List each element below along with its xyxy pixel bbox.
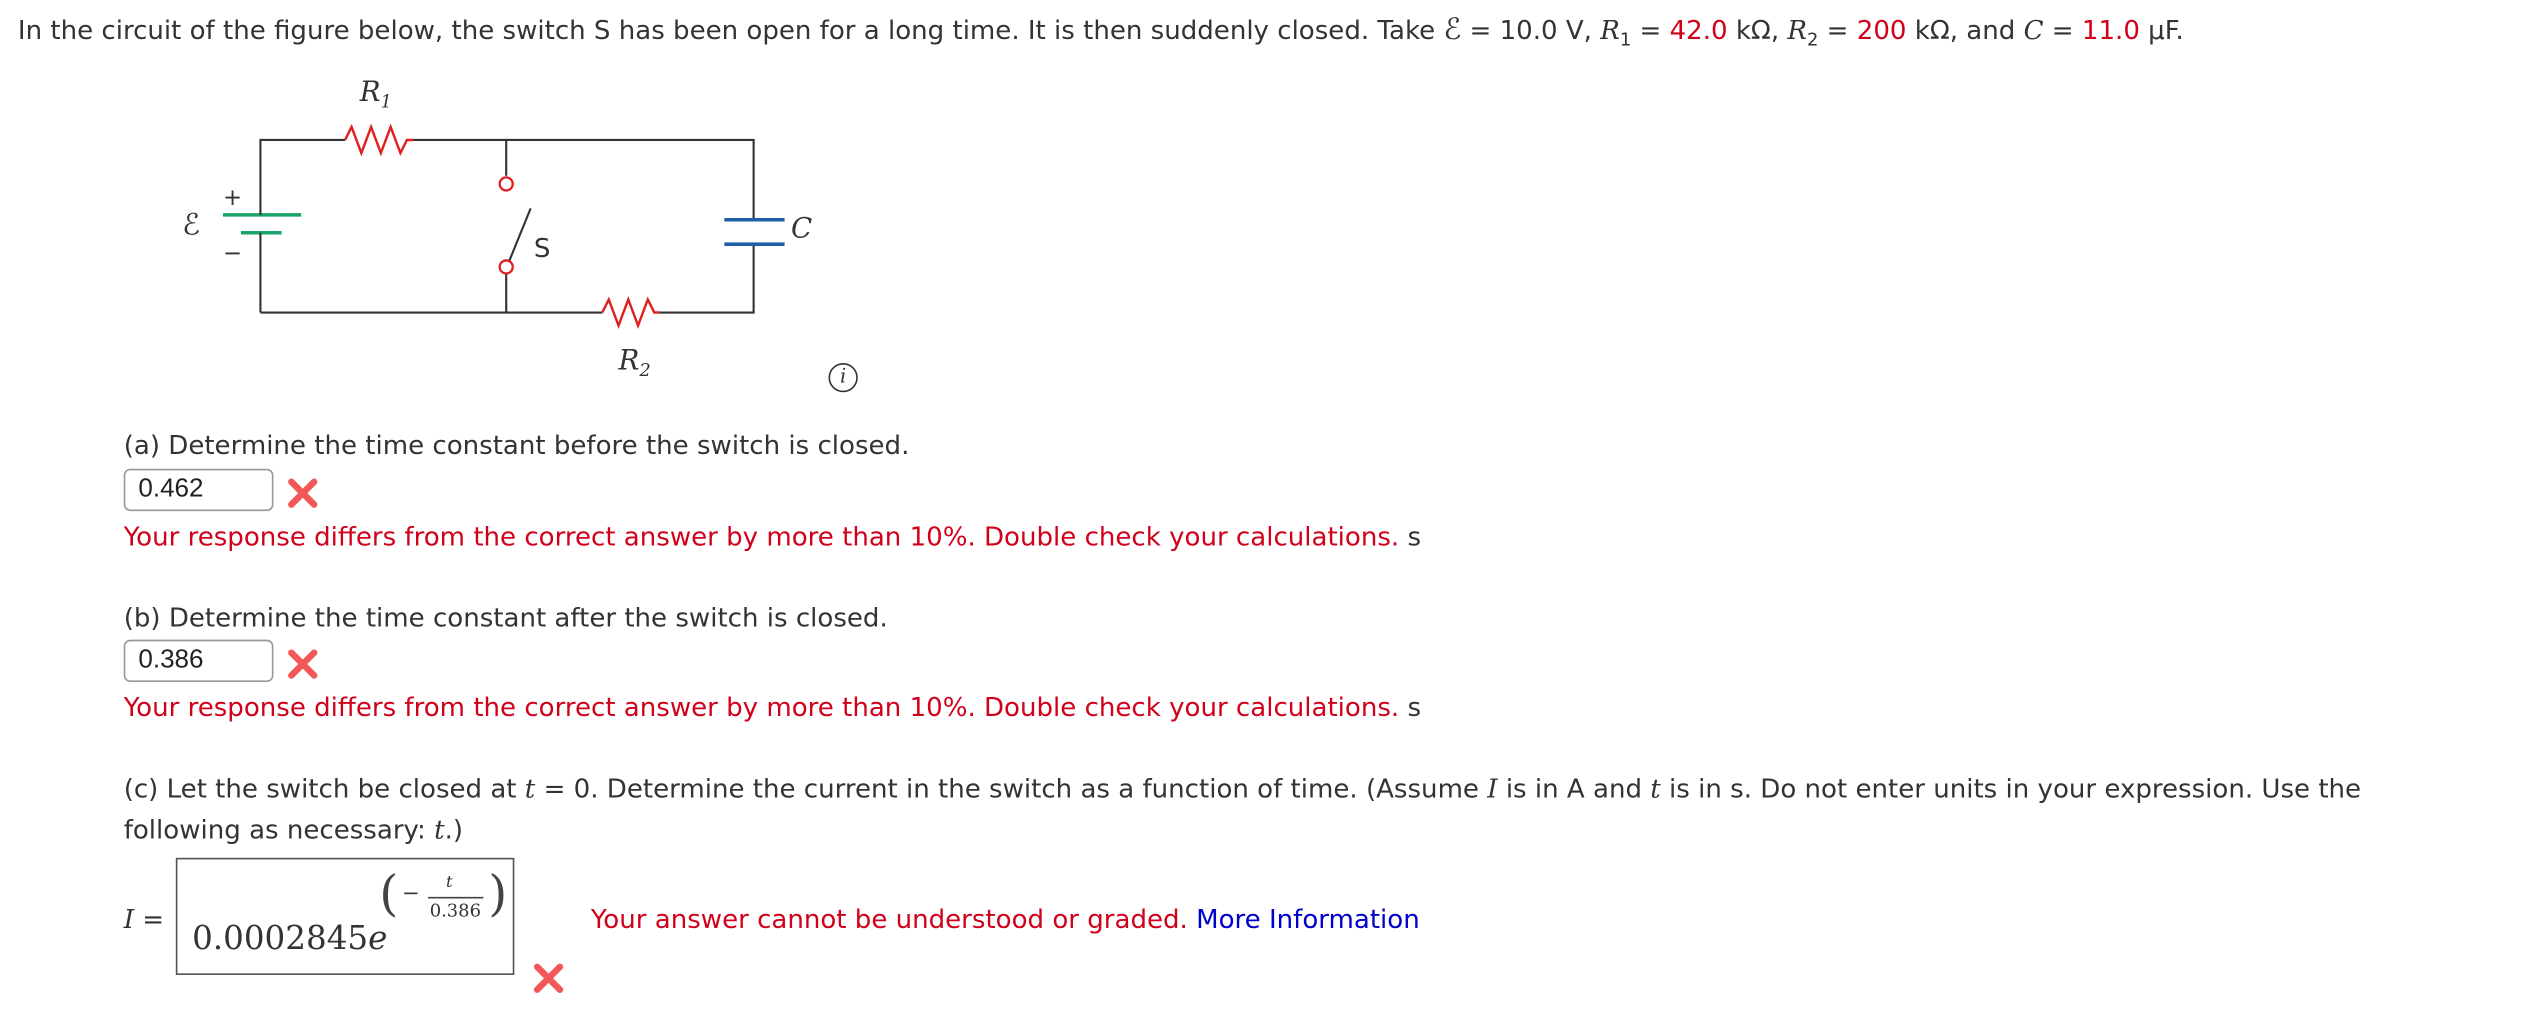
exp-minus: − <box>402 882 420 907</box>
math-expression: 0.0002845e <box>192 918 387 957</box>
part-c-feedback-text: Your answer cannot be understood or grad… <box>590 903 1188 935</box>
r1-label: R1 <box>359 75 392 113</box>
lhs-variable: I <box>123 903 135 935</box>
plus-sign: + <box>223 185 242 211</box>
incorrect-x-icon <box>288 649 318 679</box>
part-a-feedback: Your response differs from the correct a… <box>124 521 1421 552</box>
r1-equals: = <box>1631 14 1670 46</box>
equals-sign: = <box>142 903 165 935</box>
part-c-feedback: Your answer cannot be understood or grad… <box>591 903 1420 934</box>
more-information-link[interactable]: More Information <box>1196 903 1420 934</box>
part-a-unit: s <box>1407 520 1422 552</box>
r2-subscript: 2 <box>1807 29 1819 51</box>
s-label: S <box>534 234 551 264</box>
r1-value: 42.0 <box>1669 14 1728 46</box>
part-c-text: following as necessary: <box>123 813 435 845</box>
capacitor <box>724 217 785 246</box>
part-c-text: .) <box>444 813 464 845</box>
exp-denominator: 0.386 <box>429 900 481 922</box>
exp-close-paren: ) <box>488 865 508 923</box>
var-t: t <box>524 773 536 805</box>
part-c-text: (c) Let the switch be closed at <box>123 773 525 805</box>
emf-label: ℰ <box>182 207 200 241</box>
part-b-feedback-text: Your response differs from the correct a… <box>123 691 1400 723</box>
part-a-feedback-text: Your response differs from the correct a… <box>123 520 1400 552</box>
intro-text: In the circuit of the figure below, the … <box>17 14 1444 46</box>
info-icon[interactable]: i <box>828 362 858 393</box>
coefficient: 0.0002845 <box>192 918 369 958</box>
c-value: 11.0 <box>2081 14 2140 46</box>
var-i: I <box>1487 773 1498 805</box>
part-a-answer-field[interactable]: 0.462 <box>123 468 274 512</box>
part-c-question-line1: (c) Let the switch be closed at t = 0. D… <box>124 773 2361 804</box>
r2-unit: kΩ, and <box>1906 14 2024 46</box>
fraction-bar <box>428 896 484 899</box>
exp-open-paren: ( <box>379 865 399 923</box>
r2-symbol: R <box>1787 14 1808 46</box>
part-c-question-line2: following as necessary: t.) <box>124 814 463 845</box>
part-b-question: (b) Determine the time constant after th… <box>123 602 888 634</box>
r1-subscript: 1 <box>1619 29 1632 51</box>
battery <box>222 213 302 235</box>
part-a-question: (a) Determine the time constant before t… <box>123 429 910 461</box>
var-t: t <box>1650 773 1661 805</box>
c-label: C <box>791 212 812 245</box>
c-equals: = <box>2043 14 2082 46</box>
circuit-figure: R1 R2 C S ℰ + − <box>182 75 812 381</box>
circuit-wires <box>259 138 755 314</box>
exp-numerator: t <box>445 874 453 892</box>
switch <box>498 176 532 275</box>
c-symbol: C <box>2023 14 2044 46</box>
r1-unit: kΩ, <box>1727 14 1788 46</box>
part-c-text: is in A and <box>1497 773 1651 805</box>
incorrect-x-icon <box>288 478 318 508</box>
r2-equals: = <box>1818 14 1857 46</box>
part-b-feedback: Your response differs from the correct a… <box>124 692 1421 723</box>
part-b-unit: s <box>1407 691 1422 723</box>
part-c-answer-field[interactable]: 0.0002845e ( − t 0.386 ) <box>175 857 515 975</box>
problem-statement: In the circuit of the figure below, the … <box>18 13 2184 50</box>
part-c-lhs: I = <box>124 903 164 934</box>
r1-resistor <box>343 123 414 157</box>
r2-resistor <box>601 296 660 330</box>
c-unit: μF. <box>2139 14 2184 46</box>
part-c-text: = 0. Determine the current in the switch… <box>535 773 1488 805</box>
var-t: t <box>434 813 445 845</box>
minus-sign: − <box>223 240 242 266</box>
part-c-text: is in s. Do not enter units in your expr… <box>1660 773 2362 805</box>
incorrect-x-icon <box>533 963 564 993</box>
r1-symbol: R <box>1600 14 1620 46</box>
r2-label: R2 <box>618 343 651 381</box>
part-b-answer-field[interactable]: 0.386 <box>123 639 274 683</box>
exp-base: e <box>368 918 388 958</box>
r2-value: 200 <box>1856 14 1907 46</box>
emf-value: = 10.0 V, <box>1461 14 1601 46</box>
emf-symbol: ℰ <box>1443 13 1462 48</box>
